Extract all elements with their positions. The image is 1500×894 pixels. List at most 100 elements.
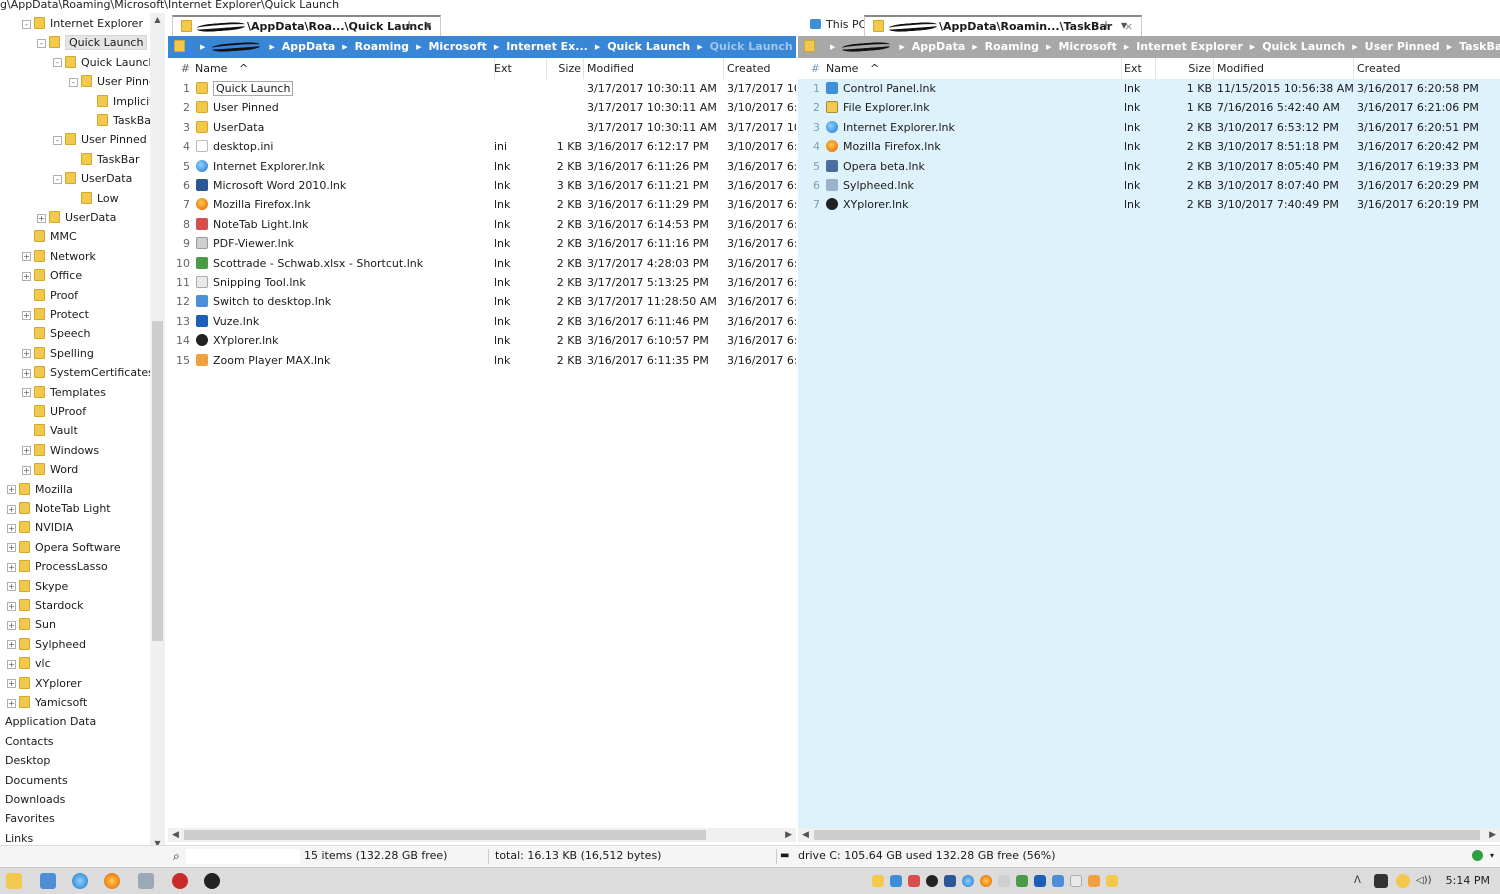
- expand-icon[interactable]: +: [7, 640, 16, 650]
- cell-name[interactable]: Internet Explorer.lnk: [196, 157, 486, 176]
- file-row[interactable]: 3 UserData 3/17/2017 10:30:11 AM 3/17/2017 …: [168, 118, 796, 137]
- file-row[interactable]: 15 Zoom Player MAX.lnk lnk 2 KB 3/16/2017 6:…: [168, 351, 796, 370]
- file-row[interactable]: 12 Switch to desktop.lnk lnk 2 KB 3/17/2017 …: [168, 292, 796, 311]
- tree-scroll-thumb[interactable]: [152, 321, 163, 641]
- breadcrumb-separator-icon[interactable]: ▶: [972, 36, 977, 58]
- tree-item[interactable]: + Skype: [7, 577, 68, 596]
- tab-menu-chevron-icon[interactable]: ▾: [1121, 15, 1127, 36]
- tree-item[interactable]: - Quick Launch: [37, 33, 148, 52]
- expand-icon[interactable]: +: [7, 504, 16, 514]
- breadcrumb-separator-icon[interactable]: ▶: [342, 36, 347, 58]
- cell-name[interactable]: UserData: [196, 118, 486, 137]
- tree-item[interactable]: + vlc: [7, 654, 51, 673]
- scroll-right-icon[interactable]: ▶: [785, 828, 792, 842]
- expand-icon[interactable]: +: [7, 485, 16, 495]
- tree-item[interactable]: + Windows: [22, 441, 99, 460]
- tree-item[interactable]: - User Pinne: [69, 72, 150, 91]
- cell-name[interactable]: PDF-Viewer.lnk: [196, 234, 486, 253]
- cell-name[interactable]: Quick Launch: [196, 79, 486, 98]
- tree-item[interactable]: + ProcessLasso: [7, 557, 108, 576]
- tree-item[interactable]: + NoteTab Light: [7, 499, 111, 518]
- tree-item[interactable]: + Sun: [7, 615, 56, 634]
- tree-item[interactable]: Contacts: [5, 732, 54, 751]
- collapse-icon[interactable]: -: [22, 19, 31, 29]
- desktop-taskbar-icon[interactable]: [40, 873, 56, 889]
- tree-item[interactable]: Desktop: [5, 751, 50, 770]
- tree-item[interactable]: + Sylpheed: [7, 635, 86, 654]
- tray-network-icon[interactable]: [1396, 874, 1410, 888]
- scroll-up-icon[interactable]: ▲: [150, 13, 165, 27]
- tree-item[interactable]: + UserData: [37, 208, 116, 227]
- file-row[interactable]: 4 desktop.ini ini 1 KB 3/16/2017 6:12:17 PM 3…: [168, 137, 796, 156]
- breadcrumb-separator-icon[interactable]: ▶: [1352, 36, 1357, 58]
- internet-explorer-taskbar-icon[interactable]: [72, 873, 88, 889]
- file-row[interactable]: 9 PDF-Viewer.lnk lnk 2 KB 3/16/2017 6:11:16 …: [168, 234, 796, 253]
- expand-icon[interactable]: +: [37, 213, 46, 223]
- file-row[interactable]: 13 Vuze.lnk lnk 2 KB 3/16/2017 6:11:46 PM 3/1…: [168, 312, 796, 331]
- breadcrumb-item[interactable]: Microsoft: [1058, 36, 1116, 58]
- tree-item[interactable]: + Stardock: [7, 596, 84, 615]
- cell-name[interactable]: User Pinned: [196, 98, 486, 117]
- col-modified[interactable]: Modified: [1217, 58, 1354, 79]
- tree-item[interactable]: + Word: [22, 460, 78, 479]
- tree-item[interactable]: - Quick Launch: [53, 53, 150, 72]
- breadcrumb-separator-icon[interactable]: ▶: [1447, 36, 1452, 58]
- tree-item[interactable]: Vault: [22, 421, 78, 440]
- tree-item[interactable]: - User Pinned: [53, 130, 147, 149]
- tree-item[interactable]: + Network: [22, 247, 96, 266]
- new-tab-button[interactable]: +: [404, 15, 414, 36]
- file-row[interactable]: 2 User Pinned 3/17/2017 10:30:11 AM 3/10/20…: [168, 98, 796, 117]
- quick-launch-ie-icon[interactable]: [962, 875, 974, 887]
- tree-item[interactable]: - Internet Explorer: [22, 14, 143, 33]
- file-row[interactable]: 3 Internet Explorer.lnk lnk 2 KB 3/10/2017 6…: [798, 118, 1500, 137]
- collapse-icon[interactable]: -: [53, 135, 62, 145]
- breadcrumb-separator-icon[interactable]: ▶: [269, 36, 274, 58]
- show-hidden-icons-icon[interactable]: ᐱ: [1354, 868, 1361, 894]
- file-row[interactable]: 6 Sylpheed.lnk lnk 2 KB 3/10/2017 8:07:40 PM…: [798, 176, 1500, 195]
- tree-item[interactable]: TaskBar: [69, 150, 140, 169]
- scroll-right-icon[interactable]: ▶: [1489, 828, 1496, 842]
- tree-item[interactable]: ImplicitA: [85, 92, 150, 111]
- quick-launch-notetab-icon[interactable]: [908, 875, 920, 887]
- tree-item[interactable]: + Yamicsoft: [7, 693, 87, 712]
- quick-launch-word-icon[interactable]: [944, 875, 956, 887]
- tree-item[interactable]: + XYplorer: [7, 674, 82, 693]
- quick-launch-vuze-icon[interactable]: [1034, 875, 1046, 887]
- col-name[interactable]: Name ^: [826, 58, 1122, 79]
- tree-item[interactable]: Low: [69, 189, 119, 208]
- file-row[interactable]: 14 XYplorer.lnk lnk 2 KB 3/16/2017 6:10:57 P…: [168, 331, 796, 350]
- volume-icon[interactable]: ◁)): [1416, 868, 1432, 894]
- col-size[interactable]: Size: [1156, 58, 1214, 79]
- breadcrumb-item[interactable]: Roaming: [985, 36, 1039, 58]
- opera-taskbar-icon[interactable]: [172, 873, 188, 889]
- cell-name[interactable]: Switch to desktop.lnk: [196, 292, 486, 311]
- file-row[interactable]: 5 Opera beta.lnk lnk 2 KB 3/10/2017 8:05:40 …: [798, 157, 1500, 176]
- quick-launch-zoom-icon[interactable]: [1088, 875, 1100, 887]
- status-menu-icon[interactable]: ▾: [1490, 846, 1494, 866]
- cell-name[interactable]: Opera beta.lnk: [826, 157, 1116, 176]
- cell-name[interactable]: Internet Explorer.lnk: [826, 118, 1116, 137]
- tree-item[interactable]: + Templates: [22, 383, 106, 402]
- col-created[interactable]: Created: [1357, 58, 1497, 79]
- expand-icon[interactable]: +: [7, 562, 16, 572]
- tree-item[interactable]: + NVIDIA: [7, 518, 73, 537]
- breadcrumb-item[interactable]: Internet Explorer: [1136, 36, 1243, 58]
- expand-icon[interactable]: +: [22, 368, 31, 378]
- expand-icon[interactable]: +: [7, 659, 16, 669]
- expand-icon[interactable]: +: [22, 446, 31, 456]
- breadcrumb-item[interactable]: User Pinned: [1365, 36, 1440, 58]
- breadcrumb-item[interactable]: AppData: [282, 36, 336, 58]
- breadcrumb-separator-icon[interactable]: ▶: [899, 36, 904, 58]
- breadcrumb-item[interactable]: Internet Ex...: [506, 36, 588, 58]
- quick-launch-firefox-icon[interactable]: [980, 875, 992, 887]
- quick-launch-folder-icon[interactable]: [872, 875, 884, 887]
- tree-item[interactable]: + Office: [22, 266, 82, 285]
- tree-item[interactable]: - UserData: [53, 169, 132, 188]
- quick-launch-folder-icon[interactable]: [1106, 875, 1118, 887]
- expand-icon[interactable]: +: [7, 620, 16, 630]
- tree-item[interactable]: Downloads: [5, 790, 65, 809]
- xyplorer-taskbar-icon[interactable]: [204, 873, 220, 889]
- breadcrumb-item[interactable]: Microsoft: [428, 36, 486, 58]
- new-tab-button[interactable]: +: [1101, 15, 1111, 36]
- quick-launch-xyplorer-icon[interactable]: [926, 875, 938, 887]
